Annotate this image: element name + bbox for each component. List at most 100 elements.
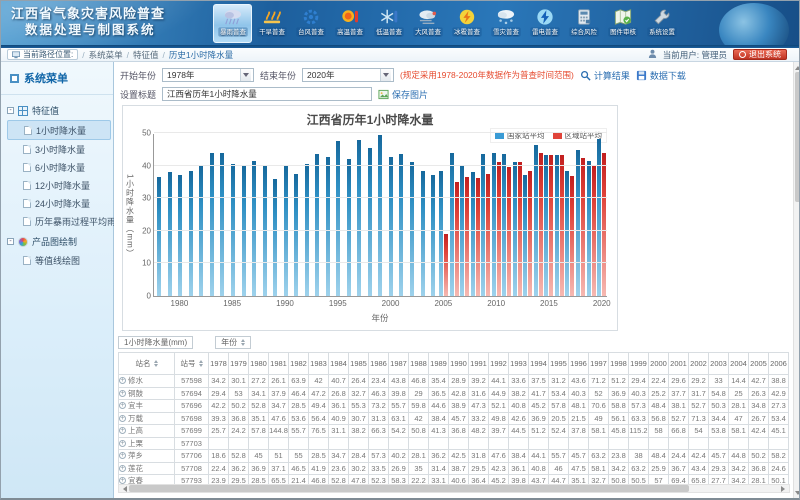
scroll-up-arrow[interactable] [794, 62, 800, 71]
toolbar-item-gale[interactable]: 大风普查 [408, 4, 447, 43]
color-wheel-icon [18, 237, 28, 247]
start-year-value: 1978年 [167, 69, 194, 81]
scroll-down-arrow[interactable] [794, 490, 800, 499]
table-row[interactable]: +宜丰5769642.250.252.834.728.549.436.155.3… [119, 400, 789, 413]
value-cell: 45.1 [769, 425, 789, 438]
toolbar-item-low-temp[interactable]: 低温普查 [369, 4, 408, 43]
chart-title-input[interactable] [162, 87, 372, 101]
value-cell [469, 437, 489, 450]
end-year-select[interactable]: 2020年 [302, 68, 394, 82]
bar-group [512, 134, 523, 296]
save-image-button[interactable]: 保存图片 [378, 88, 428, 101]
toolbar-item-rainstorm[interactable]: 暴雨普查 [213, 4, 252, 43]
download-button[interactable]: 数据下载 [636, 69, 686, 82]
regional-station-bar [528, 171, 532, 296]
horizontal-scroll-thumb[interactable] [129, 485, 689, 492]
station-name: 上栗 [128, 438, 143, 449]
value-cell: 44.5 [509, 425, 529, 438]
year-sort-button[interactable]: 年份 [215, 336, 251, 349]
toolbar-item-risk[interactable]: 综合风险 [564, 4, 603, 43]
breadcrumb-item[interactable]: 历史1小时降水量 [169, 49, 233, 61]
year-column-header: 1986 [369, 353, 389, 375]
expand-row-icon[interactable]: + [119, 402, 126, 409]
gridline [154, 165, 607, 166]
expand-row-icon[interactable]: + [119, 415, 126, 422]
value-cell: 40.9 [329, 412, 349, 425]
breadcrumb-item[interactable]: 特征值 [133, 49, 159, 61]
sidebar-item[interactable]: 12小时降水量 [7, 176, 111, 194]
sidebar: 系统菜单 -特征值1小时降水量3小时降水量6小时降水量12小时降水量24小时降水… [1, 62, 114, 499]
app-window: 江西省气象灾害风险普查 数据处理与制图系统 暴雨普查干旱普查台风普查高温普查低温… [0, 0, 800, 500]
value-cell: 45.8 [609, 425, 629, 438]
vertical-scrollbar[interactable] [793, 62, 800, 499]
chart-container: 江西省历年1小时降水量 国家站平均区域站平均 1小时降水量（mm） 010203… [122, 105, 618, 331]
national-station-bar [587, 161, 591, 296]
table-row[interactable]: +上栗57703 [119, 437, 789, 450]
scroll-right-arrow[interactable] [780, 485, 789, 492]
toolbar-item-high-temp[interactable]: 高温普查 [330, 4, 369, 43]
station-name-header[interactable]: 站名 [119, 353, 175, 375]
sidebar-item-label: 1小时降水量 [36, 124, 86, 137]
value-cell [309, 437, 329, 450]
logout-button[interactable]: 退出系统 [733, 49, 787, 60]
app-title: 江西省气象灾害风险普查 数据处理与制图系统 [11, 6, 165, 38]
bar-group [565, 134, 576, 296]
vertical-scroll-thumb[interactable] [795, 72, 800, 202]
gridline [154, 197, 607, 198]
bar-group [459, 134, 470, 296]
expand-row-icon[interactable]: + [119, 440, 126, 447]
table-row[interactable]: +上高5769925.724.257.8144.855.776.531.138.… [119, 425, 789, 438]
sidebar-item[interactable]: 1小时降水量 [7, 120, 111, 140]
sidebar-item[interactable]: 24小时降水量 [7, 194, 111, 212]
toolbar-item-snow[interactable]: 雪灾普查 [486, 4, 525, 43]
table-row[interactable]: +修水5759834.230.127.226.163.94240.726.423… [119, 375, 789, 388]
table-row[interactable]: +万载5769839.336.835.147.653.656.440.930.7… [119, 412, 789, 425]
expand-row-icon[interactable]: + [119, 377, 126, 384]
station-id-header[interactable]: 站号 [175, 353, 209, 375]
rainstorm-icon [221, 7, 245, 27]
value-cell: 46.3 [369, 387, 389, 400]
table-row[interactable]: +莲花5770822.436.236.937.146.541.923.630.2… [119, 462, 789, 475]
toolbar-item-settings[interactable]: 系统设置 [642, 4, 681, 43]
scroll-left-arrow[interactable] [119, 485, 128, 492]
calculate-button[interactable]: 计算结果 [580, 69, 630, 82]
value-cell: 55.7 [549, 450, 569, 463]
value-cell: 53.4 [769, 412, 789, 425]
chart-title: 江西省历年1小时降水量 [123, 111, 617, 128]
sidebar-item[interactable]: 6小时降水量 [7, 158, 111, 176]
bar-group [365, 134, 376, 296]
station-name-cell: +铜鼓 [119, 387, 175, 400]
breadcrumb-item[interactable]: 系统菜单 [89, 49, 123, 61]
value-cell: 49.4 [309, 400, 329, 413]
tree-group-header[interactable]: -特征值 [7, 101, 111, 120]
value-cell: 26.8 [329, 387, 349, 400]
toolbar-item-review[interactable]: 图件审核 [603, 4, 642, 43]
table-row[interactable]: +铜鼓5769429.45334.137.946.447.226.832.746… [119, 387, 789, 400]
value-cell: 36.9 [609, 387, 629, 400]
value-cell: 33.2 [469, 412, 489, 425]
sidebar-item[interactable]: 3小时降水量 [7, 140, 111, 158]
toolbar-item-label: 雷电普查 [530, 27, 559, 36]
national-station-bar [576, 150, 580, 296]
sidebar-item[interactable]: 等值线绘图 [7, 251, 111, 269]
toolbar-item-typhoon[interactable]: 台风普查 [291, 4, 330, 43]
tree-group-header[interactable]: -产品图绘制 [7, 232, 111, 251]
start-year-select[interactable]: 1978年 [162, 68, 254, 82]
value-cell [449, 437, 469, 450]
expand-row-icon[interactable]: + [119, 427, 126, 434]
toolbar-item-lightning[interactable]: 雷电普查 [525, 4, 564, 43]
table-row[interactable]: +萍乡5770618.652.845515528.534.728.457.340… [119, 450, 789, 463]
expand-row-icon[interactable]: + [119, 390, 126, 397]
toolbar-item-hail[interactable]: 冰雹普查 [447, 4, 486, 43]
sidebar-item[interactable]: 历年暴雨过程平均雨量 [7, 212, 111, 230]
settings-icon [650, 7, 674, 27]
expand-row-icon[interactable]: + [119, 452, 126, 459]
toolbar-item-drought[interactable]: 干旱普查 [252, 4, 291, 43]
collapse-icon[interactable]: - [7, 238, 14, 245]
collapse-icon[interactable]: - [7, 107, 14, 114]
range-note: (规定采用1978-2020年数据作为普查时间范围) [400, 69, 574, 81]
value-cell: 25.9 [649, 462, 669, 475]
expand-row-icon[interactable]: + [119, 465, 126, 472]
value-cell: 28.1 [409, 450, 429, 463]
horizontal-scrollbar[interactable] [118, 484, 790, 493]
